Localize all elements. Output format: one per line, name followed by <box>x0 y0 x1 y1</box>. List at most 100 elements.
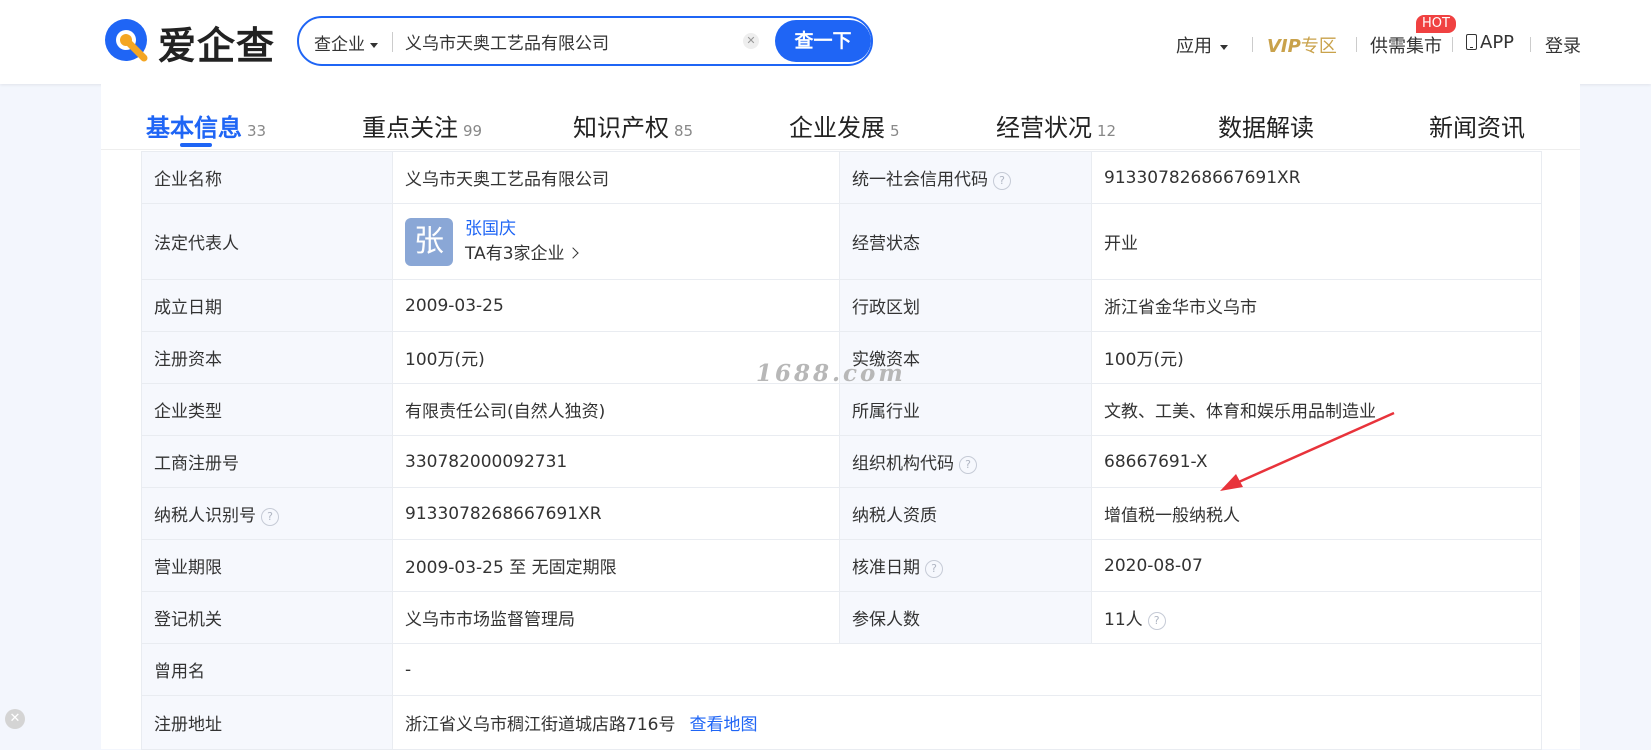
nav-divider <box>1452 37 1453 52</box>
table-row: 曾用名 - <box>141 643 1542 696</box>
insured-value: 11人 <box>1104 610 1143 630</box>
taxpayer-qual-value: 增值税一般纳税人 <box>1091 487 1542 540</box>
nav-divider <box>1530 37 1531 52</box>
watermark: 1688.com <box>756 360 906 387</box>
vip-logo: VIP <box>1267 36 1301 57</box>
taxpayer-qual-label: 纳税人资质 <box>839 487 1092 540</box>
search-type-select[interactable]: 查企业 <box>314 30 378 55</box>
company-type-label: 企业类型 <box>141 383 393 436</box>
nav-supply[interactable]: 供需集市 <box>1370 32 1442 58</box>
tab-label: 企业发展 <box>789 114 885 142</box>
approve-date-label: 核准日期 <box>852 558 920 578</box>
tab-count: 12 <box>1097 122 1117 140</box>
former-name-label: 曾用名 <box>141 643 393 696</box>
search-button[interactable]: 查一下 <box>775 20 871 62</box>
table-row: 营业期限 2009-03-25 至 无固定期限 核准日期? 2020-08-07 <box>141 539 1542 592</box>
tab-basic-info[interactable]: 基本信息 33 <box>146 108 266 143</box>
region-value: 浙江省金华市义乌市 <box>1091 279 1542 332</box>
nav-divider <box>1252 37 1253 52</box>
tab-development[interactable]: 企业发展 5 <box>789 108 900 143</box>
legal-rep-label: 法定代表人 <box>141 203 393 280</box>
tab-news[interactable]: 新闻资讯 <box>1429 108 1525 143</box>
tab-bar: 基本信息 33 重点关注 99 知识产权 85 企业发展 5 经营状况 12 数据解读 新… <box>101 84 1580 150</box>
help-icon[interactable]: ? <box>261 508 279 526</box>
active-tab-indicator <box>180 143 212 147</box>
tab-label: 数据解读 <box>1218 114 1314 142</box>
industry-label: 所属行业 <box>839 383 1092 436</box>
vip-zone-label: 专区 <box>1300 36 1337 57</box>
tab-label: 经营状况 <box>996 114 1092 142</box>
address-value: 浙江省义乌市稠江街道城店路716号 <box>405 715 676 735</box>
logo[interactable]: 爱企查 <box>100 14 275 70</box>
legal-rep-card: 张 张国庆 TA有3家企业 <box>405 217 839 267</box>
search-type-label: 查企业 <box>314 35 365 55</box>
insured-cell: 11人? <box>1091 591 1542 644</box>
taxpayer-id-value: 9133078268667691XR <box>392 487 840 540</box>
insured-label: 参保人数 <box>839 591 1092 644</box>
clear-icon[interactable]: ✕ <box>743 33 759 49</box>
table-row: 法定代表人 张 张国庆 TA有3家企业 经营状态 开业 <box>141 203 1542 280</box>
legal-rep-companies-link[interactable]: TA有3家企业 <box>465 242 579 267</box>
tab-ip[interactable]: 知识产权 85 <box>573 108 693 143</box>
org-code-label: 组织机构代码 <box>852 454 954 474</box>
founded-label: 成立日期 <box>141 279 393 332</box>
table-row: 成立日期 2009-03-25 行政区划 浙江省金华市义乌市 <box>141 279 1542 332</box>
approve-date-value: 2020-08-07 <box>1091 539 1542 592</box>
tab-count: 85 <box>674 122 694 140</box>
table-row: 登记机关 义乌市市场监督管理局 参保人数 11人? <box>141 591 1542 644</box>
company-name-label: 企业名称 <box>141 151 393 204</box>
logo-icon <box>105 19 148 62</box>
reg-capital-label: 注册资本 <box>141 331 393 384</box>
avatar[interactable]: 张 <box>405 217 453 266</box>
tab-count: 5 <box>890 122 900 140</box>
org-code-label-cell: 组织机构代码? <box>839 435 1092 488</box>
credit-code-value: 9133078268667691XR <box>1091 151 1542 204</box>
tab-label: 重点关注 <box>362 114 458 142</box>
term-value: 2009-03-25 至 无固定期限 <box>392 539 840 592</box>
tab-count: 99 <box>463 122 483 140</box>
annotation-arrow-icon <box>1220 411 1395 491</box>
nav-app[interactable]: APP <box>1466 32 1514 53</box>
tab-label: 新闻资讯 <box>1429 114 1525 142</box>
nav-apps[interactable]: 应用 <box>1176 32 1228 58</box>
authority-label: 登记机关 <box>141 591 393 644</box>
reg-no-value: 330782000092731 <box>392 435 840 488</box>
help-icon[interactable]: ? <box>925 560 943 578</box>
table-row: 注册地址 浙江省义乌市稠江街道城店路716号 查看地图 <box>141 695 1542 750</box>
term-label: 营业期限 <box>141 539 393 592</box>
search-input[interactable] <box>405 27 705 55</box>
founded-value: 2009-03-25 <box>392 279 840 332</box>
approve-date-label-cell: 核准日期? <box>839 539 1092 592</box>
status-value: 开业 <box>1091 203 1542 280</box>
nav-vip[interactable]: VIP专区 <box>1267 32 1337 58</box>
chevron-right-icon <box>566 246 579 259</box>
search-bar: 查企业 ✕ 查一下 <box>297 16 873 66</box>
paid-capital-value: 100万(元) <box>1091 331 1542 384</box>
help-icon[interactable]: ? <box>959 456 977 474</box>
close-icon[interactable]: ✕ <box>5 709 25 729</box>
help-icon[interactable]: ? <box>993 172 1011 190</box>
tab-label: 知识产权 <box>573 114 669 142</box>
credit-code-label: 统一社会信用代码 <box>852 170 988 190</box>
taxpayer-id-label: 纳税人识别号 <box>154 506 256 526</box>
view-map-link[interactable]: 查看地图 <box>689 715 757 735</box>
nav-login[interactable]: 登录 <box>1545 32 1581 58</box>
taxpayer-id-label-cell: 纳税人识别号? <box>141 487 393 540</box>
company-name-value: 义乌市天奥工艺品有限公司 <box>392 151 840 204</box>
help-icon[interactable]: ? <box>1147 612 1166 630</box>
table-row: 企业名称 义乌市天奥工艺品有限公司 统一社会信用代码? 913307826866… <box>141 151 1542 204</box>
hot-badge: HOT <box>1416 15 1456 33</box>
tab-key-focus[interactable]: 重点关注 99 <box>362 108 482 143</box>
address-label: 注册地址 <box>141 695 393 750</box>
company-type-value: 有限责任公司(自然人独资) <box>392 383 840 436</box>
legal-rep-name-link[interactable]: 张国庆 <box>465 217 577 242</box>
tab-count: 33 <box>247 122 267 140</box>
status-label: 经营状态 <box>839 203 1092 280</box>
credit-code-label-cell: 统一社会信用代码? <box>839 151 1092 204</box>
tab-data-insight[interactable]: 数据解读 <box>1218 108 1314 143</box>
caret-down-icon <box>370 42 378 48</box>
table-row: 纳税人识别号? 9133078268667691XR 纳税人资质 增值税一般纳税… <box>141 487 1542 540</box>
tab-operations[interactable]: 经营状况 12 <box>996 108 1116 143</box>
legal-rep-companies-text: TA有3家企业 <box>465 243 565 264</box>
legal-rep-info: 张国庆 TA有3家企业 <box>465 217 579 267</box>
